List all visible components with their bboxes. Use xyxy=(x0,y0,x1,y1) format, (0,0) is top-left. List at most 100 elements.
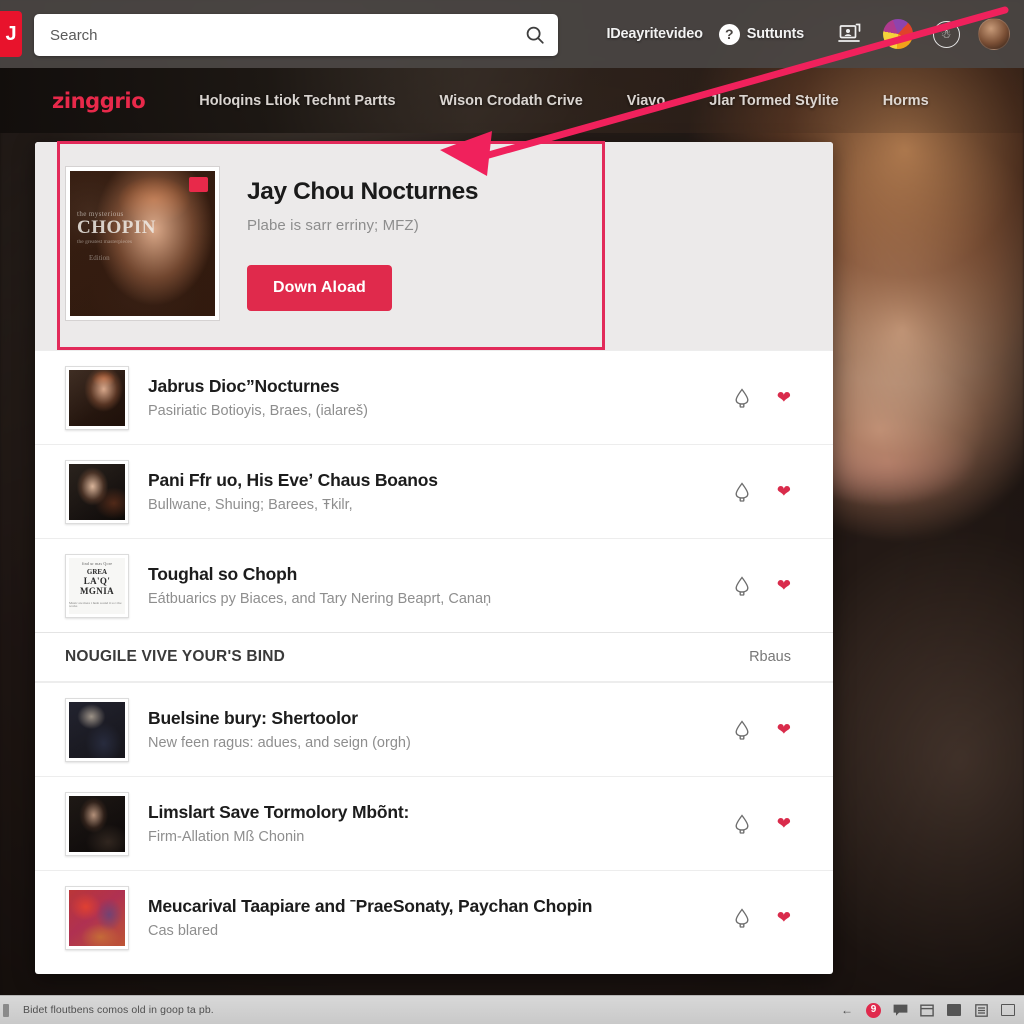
download-icon[interactable] xyxy=(731,480,753,504)
cover-line-tiny: the greatest masterpieces xyxy=(77,239,132,246)
content-panel: the mysterious CHOPIN the greatest maste… xyxy=(35,142,833,974)
thumb-line-1: find ur mas Qore xyxy=(81,560,113,566)
students-label: Suttunts xyxy=(746,26,804,42)
cover-line-big: CHOPIN xyxy=(77,217,156,239)
item-subtitle: Cas blared xyxy=(148,923,219,939)
search-input[interactable] xyxy=(34,26,512,44)
item-thumbnail xyxy=(65,791,129,856)
browser-toolbar: J IDeayritevideo ? Suttunts xyxy=(0,0,1024,68)
nav-item-4[interactable]: Horms xyxy=(861,93,951,109)
item-meta: Buelsine bury: Shertoolor New feen ragus… xyxy=(129,708,731,751)
heart-icon[interactable]: ❤ xyxy=(777,909,791,926)
video-label[interactable]: IDeayritevideo xyxy=(606,26,703,42)
heart-icon[interactable]: ❤ xyxy=(777,577,791,594)
item-meta: Pani Ffr uo, His Eveʼ Chaus Boanos Bullw… xyxy=(129,470,731,513)
hd-badge xyxy=(189,177,208,192)
item-subtitle: Firm-Allation Mß Chonin xyxy=(148,829,305,845)
item-subtitle: New feen ragus: adues, and seign (orgh) xyxy=(148,735,411,751)
item-thumbnail xyxy=(65,885,129,950)
download-icon[interactable] xyxy=(731,574,753,598)
status-bar-icons: ← 9 xyxy=(839,1002,1024,1018)
site-navigation: zinggrio Holoqins Ltiok Technt Partts Wi… xyxy=(0,68,1024,133)
featured-album-cover: the mysterious CHOPIN the greatest maste… xyxy=(65,166,220,321)
screen-share-icon[interactable] xyxy=(833,17,867,51)
item-actions: ❤ xyxy=(731,812,805,836)
item-subtitle: Pasiriatic Botioyis, Braes, (ialareš) xyxy=(148,403,368,419)
list-item[interactable]: Buelsine bury: Shertoolor New feen ragus… xyxy=(35,682,833,776)
item-title: Buelsine bury: Shertoolor xyxy=(148,708,358,728)
item-actions: ❤ xyxy=(731,480,805,504)
item-meta: Toughal so Choph Eátbuariсs py Biaces, a… xyxy=(129,564,731,607)
status-left-marker xyxy=(3,1003,9,1017)
section-header: NOUGILE VIVE YOUR'S BIND Rbaus xyxy=(35,632,833,682)
nav-item-2[interactable]: Viavo xyxy=(605,93,687,109)
heart-icon[interactable]: ❤ xyxy=(777,721,791,738)
status-text: Bidet floutbens comos old in goop ta pb. xyxy=(23,1004,214,1016)
item-title: Pani Ffr uo, His Eveʼ Chaus Boanos xyxy=(148,470,438,490)
download-icon[interactable] xyxy=(731,812,753,836)
featured-subtitle: Plabe is sarr erriny; MFZ) xyxy=(247,217,419,234)
item-meta: Limslart Save Tormolory Mbõnt: Firm-Alla… xyxy=(129,802,731,845)
app-logo-icon[interactable]: J xyxy=(0,11,22,57)
download-icon[interactable] xyxy=(731,386,753,410)
item-thumbnail xyxy=(65,365,129,430)
nav-links: Holoqins Ltiok Technt Partts Wison Croda… xyxy=(177,93,950,109)
status-bar: Bidet floutbens comos old in goop ta pb.… xyxy=(0,995,1024,1024)
archive-icon[interactable] xyxy=(919,1002,935,1018)
item-thumbnail xyxy=(65,459,129,524)
back-arrow-icon[interactable]: ← xyxy=(839,1002,855,1018)
item-actions: ❤ xyxy=(731,386,805,410)
comment-icon[interactable] xyxy=(892,1002,908,1018)
section-link[interactable]: Rbaus xyxy=(749,649,791,665)
item-title: Meucarival Taapiare and ˉPraeSonaty, Pay… xyxy=(148,896,593,916)
download-icon[interactable] xyxy=(731,906,753,930)
search-icon[interactable] xyxy=(512,14,558,56)
heart-icon[interactable]: ❤ xyxy=(777,483,791,500)
cover-text: the mysterious CHOPIN the greatest maste… xyxy=(77,210,156,263)
list-item[interactable]: Pani Ffr uo, His Eveʼ Chaus Boanos Bullw… xyxy=(35,444,833,538)
nav-item-1[interactable]: Wison Crodath Crive xyxy=(418,93,605,109)
pie-chart-icon[interactable] xyxy=(881,17,915,51)
notification-badge[interactable]: 9 xyxy=(866,1002,881,1018)
list-item[interactable]: Limslart Save Tormolory Mbõnt: Firm-Alla… xyxy=(35,776,833,870)
download-icon[interactable] xyxy=(731,718,753,742)
list-item[interactable]: find ur mas Qore GREA LA'Q' MGNIA Music … xyxy=(35,538,833,632)
section-title: NOUGILE VIVE YOUR'S BIND xyxy=(65,648,286,665)
cover-line-sub: Edition xyxy=(89,254,110,263)
nav-item-0[interactable]: Holoqins Ltiok Technt Partts xyxy=(177,93,417,109)
panel-icon[interactable] xyxy=(1000,1002,1016,1018)
item-meta: Meucarival Taapiare and ˉPraeSonaty, Pay… xyxy=(129,896,731,939)
item-meta: Jabrus Dioc”Nocturnes Pasiriatic Botioyi… xyxy=(129,376,731,419)
item-actions: ❤ xyxy=(731,718,805,742)
nav-item-3[interactable]: Jlar Tormed Stylite xyxy=(687,93,860,109)
brand-logo[interactable]: zinggrio xyxy=(52,89,146,113)
featured-card[interactable]: the mysterious CHOPIN the greatest maste… xyxy=(35,142,833,350)
search-bar[interactable] xyxy=(34,14,558,56)
cover-line-small: the mysterious xyxy=(77,210,124,218)
download-button[interactable]: Down Aload xyxy=(247,265,392,311)
featured-title: Jay Chou Nocturnes xyxy=(247,178,479,205)
avatar[interactable] xyxy=(977,17,1011,51)
accessibility-icon[interactable]: ☃ xyxy=(929,17,963,51)
heart-icon[interactable]: ❤ xyxy=(777,389,791,406)
window-icon[interactable] xyxy=(946,1002,962,1018)
item-actions: ❤ xyxy=(731,906,805,930)
help-icon: ? xyxy=(718,23,740,45)
app-logo-glyph: J xyxy=(5,23,17,45)
toolbar-right-group: IDeayritevideo ? Suttunts ☃ xyxy=(606,0,1024,68)
cover-artwork: the mysterious CHOPIN the greatest maste… xyxy=(70,171,215,316)
list-item[interactable]: Meucarival Taapiare and ˉPraeSonaty, Pay… xyxy=(35,870,833,964)
item-title: Jabrus Dioc”Nocturnes xyxy=(148,376,340,396)
item-actions: ❤ xyxy=(731,574,805,598)
list-icon[interactable] xyxy=(973,1002,989,1018)
item-subtitle: Bullwane, Shuing; Barees, Ŧkilr, xyxy=(148,497,353,513)
item-subtitle: Eátbuariсs py Biaces, and Tary Nering Be… xyxy=(148,591,492,607)
item-title: Toughal so Choph xyxy=(148,564,298,584)
students-button[interactable]: ? Suttunts xyxy=(718,23,804,45)
heart-icon[interactable]: ❤ xyxy=(777,815,791,832)
item-title: Limslart Save Tormolory Mbõnt: xyxy=(148,802,410,822)
list-item[interactable]: Jabrus Dioc”Nocturnes Pasiriatic Botioyi… xyxy=(35,350,833,444)
app-window: J IDeayritevideo ? Suttunts xyxy=(0,0,1024,1024)
item-thumbnail xyxy=(65,697,129,762)
featured-body: Jay Chou Nocturnes Plabe is sarr erriny;… xyxy=(220,166,478,311)
